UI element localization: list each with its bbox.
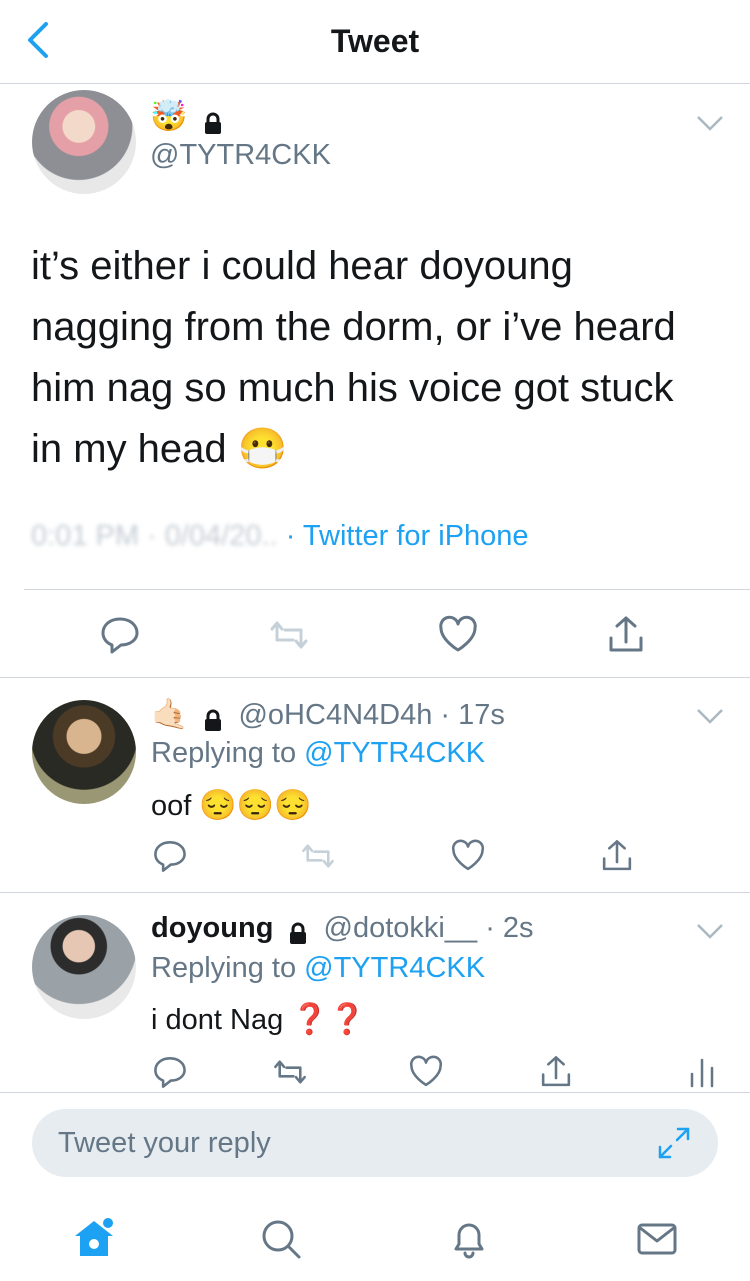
heart-icon [451,839,485,871]
replying-handle[interactable]: @TYTR4CKK [304,952,485,984]
retweet-icon [270,621,308,649]
expand-button[interactable] [656,1125,692,1161]
reply-icon [154,1057,186,1088]
retweet-button[interactable] [272,1054,308,1090]
more-options[interactable] [696,114,724,132]
share-icon [541,1056,571,1087]
divider [24,589,750,590]
top-bar: Tweet [0,0,750,84]
reply-text: i dont Nag ❓❓ [151,1002,366,1037]
reply-header: doyoung @dotokki__ · 2s [151,912,534,945]
heart-icon [409,1055,443,1087]
page-title: Tweet [330,23,420,59]
divider [0,677,750,678]
retweet-button[interactable] [300,838,336,874]
reply-body: oof [151,790,192,822]
avatar[interactable] [32,90,136,194]
tab-messages[interactable] [635,1217,679,1261]
reply-text: oof 😔😔😔 [151,788,311,823]
like-button[interactable] [408,1054,444,1090]
lock-icon [202,112,224,134]
share-button[interactable] [599,838,635,874]
reply-box[interactable] [32,1109,718,1177]
time: · 17s [440,699,505,731]
more-options[interactable] [696,707,724,725]
handle[interactable]: @TYTR4CKK [150,139,331,172]
share-button[interactable] [605,614,647,656]
replying-label: Replying to [151,737,297,769]
tab-notifications[interactable] [447,1217,491,1261]
handle[interactable]: @dotokki__ [324,912,478,944]
time: · 2s [485,912,534,944]
expand-icon [658,1127,690,1159]
retweet-icon [302,844,334,868]
display-name[interactable]: doyoung [151,912,273,944]
reply-emojis: 😔😔😔 [199,789,312,822]
lock-icon [287,919,309,945]
like-button[interactable] [437,614,479,656]
analytics-button[interactable] [684,1054,720,1090]
tab-search[interactable] [259,1217,303,1261]
chevron-down-icon [697,924,723,939]
share-icon [602,840,632,871]
envelope-icon [637,1223,677,1255]
source-link[interactable]: · Twitter for iPhone [286,520,529,552]
reply-header: 🤙🏻 @oHC4N4D4h · 17s [151,697,505,732]
retweet-button[interactable] [268,614,310,656]
replying-handle[interactable]: @TYTR4CKK [304,737,485,769]
tweet-line: in my head 😷 [31,427,288,471]
heart-icon [439,615,477,652]
tweet-author[interactable]: 🤯 [150,100,224,134]
share-icon [609,616,643,652]
reply-button[interactable] [152,838,188,874]
divider [0,892,750,893]
replying-to: Replying to @TYTR4CKK [151,737,485,770]
replying-label: Replying to [151,952,297,984]
search-icon [262,1220,301,1259]
timestamp: 0:01 PM · 0/04/20.. [31,520,278,552]
chevron-down-icon [697,116,723,131]
reply-icon [101,617,139,654]
avatar[interactable] [32,915,136,1019]
tweet-line: it’s either i could hear doyoung [31,244,573,288]
bottom-bar [0,1092,750,1281]
handle[interactable]: @oHC4N4D4h [238,699,432,731]
tweet-text: it’s either i could hear doyoung nagging… [31,236,721,480]
retweet-icon [274,1060,306,1084]
replying-to: Replying to @TYTR4CKK [151,952,485,985]
home-icon [75,1218,113,1256]
display-name: 🤯 [150,100,188,133]
tweet-meta: 0:01 PM · 0/04/20.. · Twitter for iPhone [31,520,529,553]
chevron-down-icon [697,709,723,724]
like-button[interactable] [450,838,486,874]
share-button[interactable] [538,1054,574,1090]
reply-input[interactable] [58,1109,618,1177]
reply-button[interactable] [152,1054,188,1090]
display-name[interactable]: 🤙🏻 [151,698,188,731]
tweet-line: him nag so much his voice got stuck [31,366,674,410]
reply-body: i dont Nag [151,1004,284,1036]
more-options[interactable] [696,922,724,940]
tweet-line: nagging from the dorm, or i’ve heard [31,305,676,349]
analytics-icon [690,1058,714,1088]
bell-icon [454,1223,484,1259]
reply-icon [154,841,186,872]
tab-home[interactable] [72,1217,116,1261]
reply-emojis: ❓❓ [291,1003,366,1036]
avatar[interactable] [32,700,136,804]
lock-icon [202,706,224,732]
reply-button[interactable] [99,614,141,656]
